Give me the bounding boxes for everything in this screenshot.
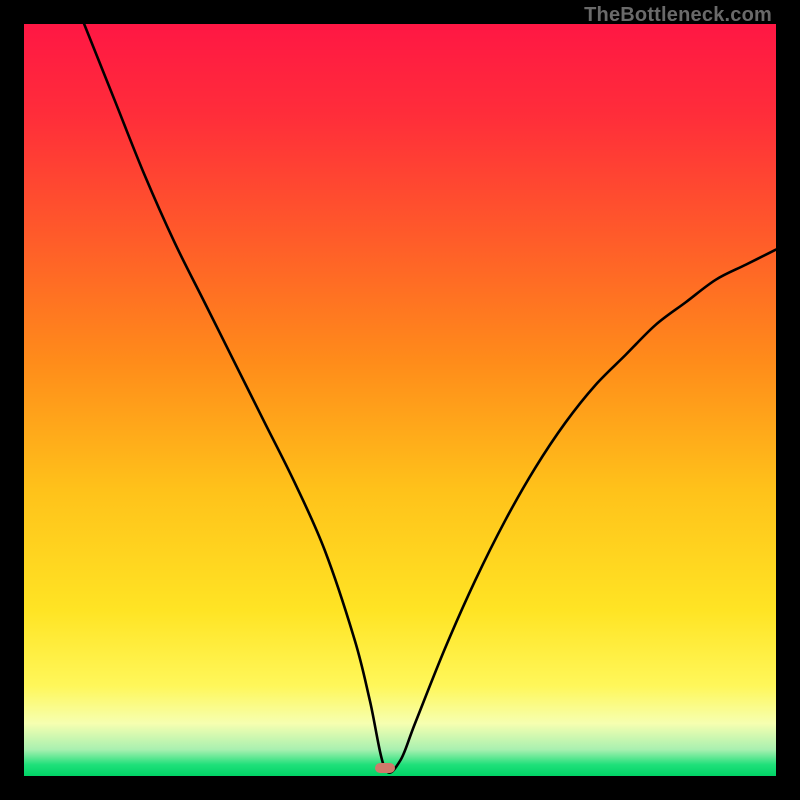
heat-gradient-background	[24, 24, 776, 776]
plot-area	[24, 24, 776, 776]
chart-stage: TheBottleneck.com	[0, 0, 800, 800]
